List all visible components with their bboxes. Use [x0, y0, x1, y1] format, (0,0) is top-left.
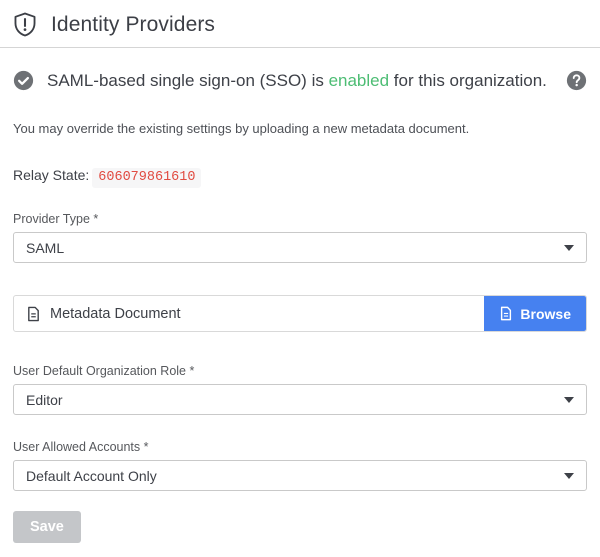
override-description: You may override the existing settings b…	[13, 121, 587, 136]
page-title: Identity Providers	[51, 13, 215, 37]
allowed-accounts-label: User Allowed Accounts *	[13, 440, 587, 454]
chevron-down-icon	[564, 245, 574, 251]
metadata-document-placeholder: Metadata Document	[50, 306, 181, 322]
metadata-document-file-input[interactable]: Metadata Document Browse	[13, 295, 587, 332]
relay-state-row: Relay State:606079861610	[13, 167, 587, 185]
help-icon[interactable]	[566, 70, 587, 91]
shield-exclamation-icon	[12, 11, 38, 38]
allowed-accounts-select[interactable]: Default Account Only	[13, 460, 587, 491]
org-role-select[interactable]: Editor	[13, 384, 587, 415]
provider-type-value: SAML	[26, 240, 64, 256]
org-role-value: Editor	[26, 392, 63, 408]
org-role-field: User Default Organization Role * Editor	[13, 364, 587, 415]
sso-status-text: SAML-based single sign-on (SSO) is enabl…	[47, 71, 547, 91]
check-circle-icon	[13, 70, 34, 91]
browse-button[interactable]: Browse	[484, 296, 586, 331]
identity-providers-page: Identity Providers SAML-based single sig…	[0, 0, 600, 552]
allowed-accounts-field: User Allowed Accounts * Default Account …	[13, 440, 587, 491]
browse-button-label: Browse	[520, 306, 571, 322]
metadata-document-label-wrap: Metadata Document	[14, 306, 484, 322]
chevron-down-icon	[564, 473, 574, 479]
provider-type-field: Provider Type * SAML	[13, 212, 587, 263]
status-text-after: for this organization.	[389, 71, 547, 90]
provider-type-label: Provider Type *	[13, 212, 587, 226]
identity-provider-form: SAML-based single sign-on (SSO) is enabl…	[0, 70, 600, 557]
save-button[interactable]: Save	[13, 511, 81, 543]
document-icon	[26, 306, 41, 322]
page-header: Identity Providers	[0, 0, 600, 48]
status-text-before: SAML-based single sign-on (SSO) is	[47, 71, 329, 90]
document-icon	[499, 306, 513, 321]
relay-state-value: 606079861610	[92, 168, 201, 188]
relay-state-label: Relay State:	[13, 167, 89, 183]
org-role-label: User Default Organization Role *	[13, 364, 587, 378]
status-enabled-highlight: enabled	[329, 71, 390, 90]
chevron-down-icon	[564, 397, 574, 403]
allowed-accounts-value: Default Account Only	[26, 468, 157, 484]
provider-type-select[interactable]: SAML	[13, 232, 587, 263]
sso-status-row: SAML-based single sign-on (SSO) is enabl…	[13, 70, 587, 91]
